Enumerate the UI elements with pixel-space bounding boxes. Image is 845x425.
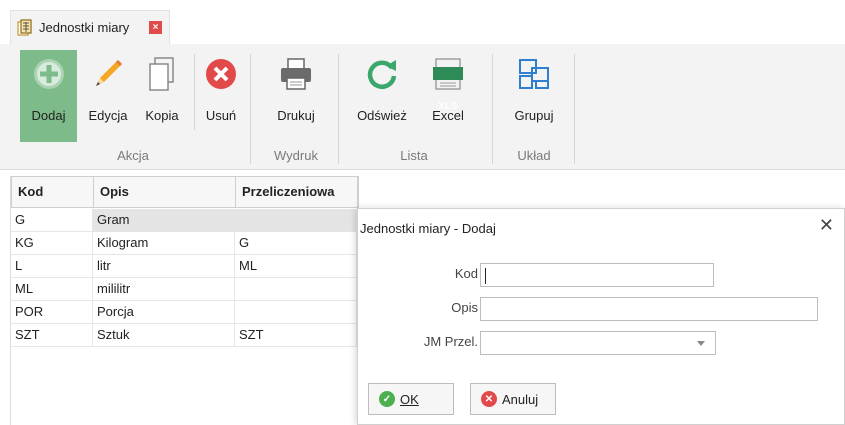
group-button[interactable]: Grupuj <box>508 50 560 142</box>
cell-opis: mililitr <box>93 278 235 300</box>
jm-przel-label: JM Przel. <box>423 334 478 349</box>
ribbon-group-separator <box>250 54 251 164</box>
opis-field[interactable] <box>480 297 818 321</box>
ribbon-toolbar: Dodaj Edycja Kopia Usuń Drukuj Odśwież E… <box>0 44 845 170</box>
printer-icon <box>276 54 316 94</box>
group-layout-icon <box>514 54 554 94</box>
dialog-title: Jednostki miary - Dodaj <box>360 221 496 236</box>
table-row[interactable]: POR Porcja <box>11 301 359 324</box>
group-label-uklad: Układ <box>517 148 551 163</box>
copy-button[interactable]: Kopia <box>139 50 185 142</box>
delete-button[interactable]: Usuń <box>200 50 242 142</box>
delete-button-label: Usuń <box>205 108 237 123</box>
cell-kod: ML <box>11 278 93 300</box>
cancel-button-label: Anuluj <box>502 391 539 407</box>
cell-opis: Sztuk <box>93 324 235 346</box>
plus-circle-icon <box>29 54 69 94</box>
cell-opis: Porcja <box>93 301 235 323</box>
ribbon-separator <box>194 54 195 130</box>
table-row[interactable]: ML mililitr <box>11 278 359 301</box>
pencil-icon <box>88 54 128 94</box>
dialog-close-icon[interactable]: ✕ <box>819 215 834 236</box>
table-book-icon <box>17 18 35 37</box>
cell-przel: SZT <box>235 324 357 346</box>
group-button-label: Grupuj <box>514 108 554 123</box>
table-row[interactable]: G Gram <box>11 209 359 232</box>
edit-button[interactable]: Edycja <box>84 50 132 142</box>
cancel-button[interactable]: ✕ Anuluj <box>470 383 556 415</box>
add-unit-dialog: Jednostki miary - Dodaj ✕ Kod Opis JM Pr… <box>357 208 845 425</box>
cell-przel: ML <box>235 255 357 277</box>
cancel-circle-icon: ✕ <box>481 391 497 407</box>
excel-icon <box>428 54 468 94</box>
cell-opis: Gram <box>93 209 235 231</box>
add-button-label: Dodaj <box>31 108 66 123</box>
group-label-akcja: Akcja <box>117 148 149 163</box>
excel-badge: XLS <box>438 101 458 112</box>
refresh-icon <box>362 54 402 94</box>
cell-przel <box>235 278 357 300</box>
check-circle-icon: ✓ <box>379 391 395 407</box>
text-caret <box>485 268 486 284</box>
table-row[interactable]: KG Kilogram G <box>11 232 359 255</box>
copy-icon <box>142 54 182 94</box>
units-table: Kod Opis Przeliczeniowa G Gram KG Kilogr… <box>10 176 359 425</box>
excel-button[interactable]: Excel <box>424 50 472 142</box>
group-label-lista: Lista <box>400 148 428 163</box>
column-header-opis[interactable]: Opis <box>94 177 236 207</box>
edit-button-label: Edycja <box>88 108 128 123</box>
cell-kod: L <box>11 255 93 277</box>
jm-przel-select[interactable] <box>480 331 716 355</box>
cell-przel <box>235 209 357 231</box>
delete-circle-icon <box>201 54 241 94</box>
copy-button-label: Kopia <box>145 108 179 123</box>
print-button-label: Drukuj <box>277 108 315 123</box>
print-button[interactable]: Drukuj <box>268 50 324 142</box>
ribbon-group-separator <box>574 54 575 164</box>
group-label-wydruk: Wydruk <box>274 148 318 163</box>
refresh-button[interactable]: Odśwież <box>354 50 410 142</box>
column-header-przeliczeniowa[interactable]: Przeliczeniowa <box>236 177 358 207</box>
cell-przel <box>235 301 357 323</box>
add-button[interactable]: Dodaj <box>20 50 77 142</box>
cell-kod: POR <box>11 301 93 323</box>
ribbon-group-separator <box>492 54 493 164</box>
cell-przel: G <box>235 232 357 254</box>
table-row[interactable]: SZT Sztuk SZT <box>11 324 359 347</box>
table-row[interactable]: L litr ML <box>11 255 359 278</box>
kod-label: Kod <box>454 266 478 281</box>
ribbon-group-separator <box>338 54 339 164</box>
cell-kod: G <box>11 209 93 231</box>
tab-strip: Jednostki miary × <box>0 0 845 44</box>
chevron-down-icon <box>697 341 705 346</box>
tab-close-icon[interactable]: × <box>149 21 162 34</box>
cell-kod: SZT <box>11 324 93 346</box>
tab-title: Jednostki miary <box>39 20 130 35</box>
cell-opis: Kilogram <box>93 232 235 254</box>
tab-jednostki-miary[interactable]: Jednostki miary × <box>10 10 170 44</box>
refresh-button-label: Odśwież <box>357 108 407 123</box>
cell-opis: litr <box>93 255 235 277</box>
kod-field[interactable] <box>480 263 714 287</box>
ok-button[interactable]: ✓ OK <box>368 383 454 415</box>
cell-kod: KG <box>11 232 93 254</box>
table-header: Kod Opis Przeliczeniowa <box>11 176 359 208</box>
ok-button-label: OK <box>400 391 419 407</box>
opis-label: Opis <box>451 300 478 315</box>
column-header-kod[interactable]: Kod <box>12 177 94 207</box>
